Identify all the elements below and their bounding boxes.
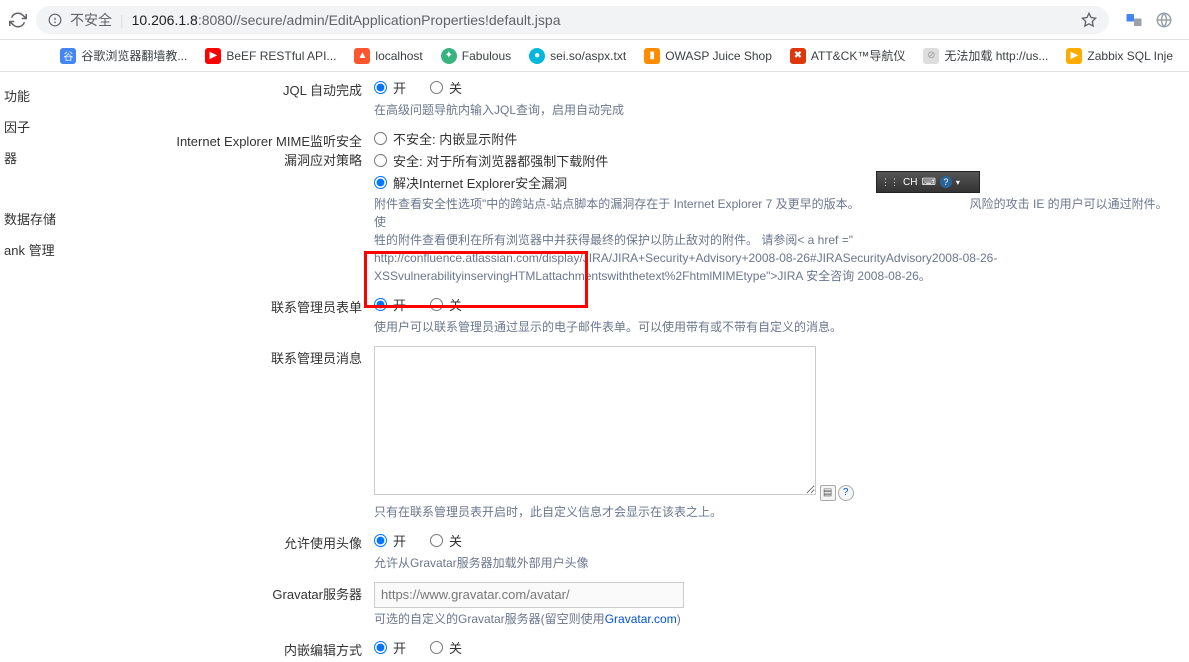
translate-icon[interactable] (1125, 11, 1143, 29)
iemime-opt3[interactable]: 解决Internet Explorer安全漏洞 (374, 173, 1169, 192)
browser-right-icons (1117, 11, 1181, 29)
iemime-opt1[interactable]: 不安全: 内嵌显示附件 (374, 129, 1169, 148)
ime-lang: CH (903, 177, 917, 188)
gravatar-help: 可选的自定义的Gravatar服务器(留空则使用Gravatar.com) (374, 610, 1169, 628)
sidebar-item[interactable]: 器 (0, 142, 54, 173)
bookmarks-bar: 谷谷歌浏览器翻墙教... ▶BeEF RESTful API... ▲local… (0, 40, 1189, 72)
star-icon[interactable] (1081, 12, 1097, 28)
gravatar-input[interactable] (374, 582, 684, 608)
globe-icon[interactable] (1155, 11, 1173, 29)
contact-msg-help: 只有在联系管理员表开启时，此自定义信息才会显示在该表之上。 (374, 503, 1169, 521)
bookmark-item[interactable]: ⊘无法加载 http://us... (923, 47, 1048, 64)
browser-toolbar: 不安全 | 10.206.1.8:8080//secure/admin/Edit… (0, 0, 1189, 40)
bookmark-item[interactable]: ▮OWASP Juice Shop (644, 48, 772, 64)
keyboard-icon[interactable]: ⌨ (921, 177, 935, 188)
sidebar: 功能 因子 器 数据存储 ank 管理 (0, 72, 54, 662)
jql-help: 在高级问题导航内输入JQL查询，启用自动完成 (374, 101, 1169, 119)
wiki-render-icon[interactable]: ▤ (820, 485, 836, 501)
address-bar[interactable]: 不安全 | 10.206.1.8:8080//secure/admin/Edit… (36, 6, 1109, 34)
bookmark-item[interactable]: ✦Fabulous (441, 48, 511, 64)
reload-icon[interactable] (8, 10, 28, 30)
contact-form-on[interactable]: 开 (374, 295, 406, 314)
contact-msg-textarea[interactable] (374, 346, 816, 495)
bookmark-item[interactable]: ▶BeEF RESTful API... (205, 48, 336, 64)
contact-form-help: 使用户可以联系管理员通过显示的电子邮件表单。可以使用带有或不带有自定义的消息。 (374, 318, 1169, 336)
gravatar-link[interactable]: Gravatar.com (605, 612, 677, 626)
inline-edit-label: 内嵌编辑方式 (174, 638, 374, 662)
inline-edit-on[interactable]: 开 (374, 638, 406, 657)
info-icon (48, 13, 62, 27)
sidebar-item[interactable]: ank 管理 (0, 234, 54, 265)
iemime-label: Internet Explorer MIME监听安全漏洞应对策略 (174, 129, 374, 285)
avatar-on[interactable]: 开 (374, 531, 406, 550)
insecure-label: 不安全 (70, 10, 112, 30)
jql-on[interactable]: 开 (374, 78, 406, 97)
gravatar-label: Gravatar服务器 (174, 582, 374, 628)
iemime-opt2[interactable]: 安全: 对于所有浏览器都强制下载附件 (374, 151, 1169, 170)
wiki-help-icon[interactable]: ? (838, 485, 854, 501)
bookmark-item[interactable]: ▲localhost (354, 48, 422, 64)
iemime-help: 附件查看安全性选项"中的跨站点-站点脚本的漏洞存在于 Internet Expl… (374, 195, 1169, 285)
contact-form-off[interactable]: 关 (430, 295, 462, 314)
avatar-help: 允许从Gravatar服务器加载外部用户头像 (374, 554, 1169, 572)
sidebar-item[interactable]: 功能 (0, 80, 54, 111)
jql-off[interactable]: 关 (430, 78, 462, 97)
avatar-label: 允许使用头像 (174, 531, 374, 572)
inline-edit-off[interactable]: 关 (430, 638, 462, 657)
ime-dropdown-icon[interactable]: ▾ (956, 178, 960, 187)
main-form: JQL 自动完成 开 关 在高级问题导航内输入JQL查询，启用自动完成 Inte… (54, 72, 1189, 662)
sidebar-item[interactable]: 因子 (0, 111, 54, 142)
bookmark-item[interactable]: ✖ATT&CK™导航仪 (790, 47, 905, 64)
url-text: 10.206.1.8:8080//secure/admin/EditApplic… (132, 12, 561, 28)
bookmark-item[interactable]: ▶Zabbix SQL Inje (1066, 48, 1173, 64)
avatar-off[interactable]: 关 (430, 531, 462, 550)
contact-form-label: 联系管理员表单 (174, 295, 374, 336)
wiki-toolbar: ▤ ? (820, 485, 854, 501)
contact-msg-label: 联系管理员消息 (174, 346, 374, 521)
bookmark-item[interactable]: ●sei.so/aspx.txt (529, 48, 626, 64)
ime-bar[interactable]: ⋮⋮ CH ⌨ ? ▾ (876, 171, 980, 193)
ime-help-icon[interactable]: ? (940, 176, 952, 188)
sidebar-item[interactable]: 数据存储 (0, 203, 54, 234)
bookmark-item[interactable]: 谷谷歌浏览器翻墙教... (60, 47, 187, 64)
jql-label: JQL 自动完成 (174, 78, 374, 119)
